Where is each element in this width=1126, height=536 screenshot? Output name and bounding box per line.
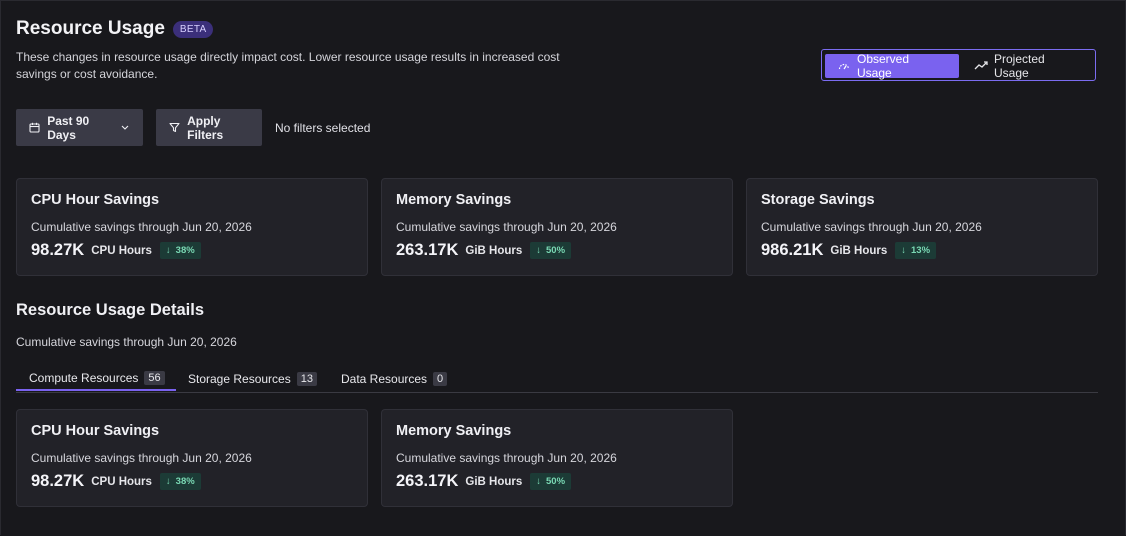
arrow-down-icon: ↓ — [536, 245, 542, 256]
change-value: 50% — [546, 476, 566, 487]
date-range-label: Past 90 Days — [47, 113, 90, 142]
tab-count: 13 — [296, 371, 317, 386]
tab-count: 56 — [144, 370, 165, 385]
card-subtitle: Cumulative savings through Jun 20, 2026 — [31, 451, 252, 465]
usage-view-toggle: Observed Usage Projected Usage — [821, 49, 1096, 81]
change-badge: ↓ 50% — [530, 242, 572, 259]
observed-usage-button[interactable]: Observed Usage — [825, 52, 959, 80]
card-title: Storage Savings — [761, 192, 875, 208]
filter-status-text: No filters selected — [275, 121, 371, 135]
card-value-row: 98.27K CPU Hours ↓ 38% — [31, 472, 201, 491]
detail-cpu-hour-savings-card: CPU Hour Savings Cumulative savings thro… — [16, 409, 368, 507]
apply-filters-button[interactable]: Apply Filters — [156, 109, 262, 146]
calendar-icon — [28, 121, 40, 135]
apply-filters-label: Apply Filters — [187, 113, 224, 142]
card-unit: GiB Hours — [830, 244, 888, 257]
date-range-button[interactable]: Past 90 Days — [16, 109, 143, 146]
card-value-row: 263.17K GiB Hours ↓ 50% — [396, 472, 572, 491]
gauge-icon — [837, 59, 851, 73]
card-value: 263.17K — [396, 241, 459, 259]
card-unit: GiB Hours — [465, 475, 523, 488]
card-value-row: 98.27K CPU Hours ↓ 38% — [31, 241, 201, 260]
header: Resource Usage BETA — [16, 18, 214, 40]
page-title: Resource Usage — [16, 18, 165, 39]
arrow-down-icon: ↓ — [165, 476, 171, 487]
card-unit: CPU Hours — [91, 244, 152, 257]
change-value: 50% — [546, 245, 566, 256]
change-badge: ↓ 38% — [159, 242, 201, 259]
tab-count: 0 — [433, 371, 448, 386]
storage-savings-card: Storage Savings Cumulative savings throu… — [746, 178, 1098, 276]
beta-badge: BETA — [172, 20, 214, 38]
memory-savings-card: Memory Savings Cumulative savings throug… — [381, 178, 733, 276]
change-value: 13% — [911, 245, 931, 256]
details-subtitle: Cumulative savings through Jun 20, 2026 — [16, 335, 237, 349]
change-badge: ↓ 50% — [530, 473, 572, 490]
details-title: Resource Usage Details — [16, 301, 205, 319]
cpu-hour-savings-card: CPU Hour Savings Cumulative savings thro… — [16, 178, 368, 276]
card-value: 263.17K — [396, 472, 459, 490]
tab-label: Storage Resources — [188, 371, 291, 386]
projected-usage-button[interactable]: Projected Usage — [962, 52, 1092, 80]
card-title: Memory Savings — [396, 423, 512, 439]
card-subtitle: Cumulative savings through Jun 20, 2026 — [761, 220, 982, 234]
observed-usage-label: Observed Usage — [857, 52, 910, 80]
card-title: CPU Hour Savings — [31, 192, 160, 208]
card-value: 98.27K — [31, 472, 85, 490]
change-badge: ↓ 38% — [159, 473, 201, 490]
tab-label: Data Resources — [341, 371, 428, 386]
change-value: 38% — [175, 245, 195, 256]
projected-usage-label: Projected Usage — [994, 52, 1045, 80]
page-description: These changes in resource usage directly… — [16, 50, 560, 81]
tab-storage-resources[interactable]: Storage Resources 13 — [188, 366, 317, 391]
card-value: 986.21K — [761, 241, 824, 259]
card-subtitle: Cumulative savings through Jun 20, 2026 — [396, 451, 617, 465]
card-subtitle: Cumulative savings through Jun 20, 2026 — [31, 220, 252, 234]
card-value-row: 263.17K GiB Hours ↓ 50% — [396, 241, 572, 260]
arrow-down-icon: ↓ — [901, 245, 907, 256]
arrow-down-icon: ↓ — [536, 476, 542, 487]
detail-memory-savings-card: Memory Savings Cumulative savings throug… — [381, 409, 733, 507]
arrow-down-icon: ↓ — [165, 245, 171, 256]
card-subtitle: Cumulative savings through Jun 20, 2026 — [396, 220, 617, 234]
change-value: 38% — [175, 476, 195, 487]
trend-line-icon — [974, 59, 988, 73]
card-value: 98.27K — [31, 241, 85, 259]
filter-icon — [168, 121, 180, 135]
card-unit: GiB Hours — [465, 244, 523, 257]
tab-data-resources[interactable]: Data Resources 0 — [341, 366, 448, 391]
change-badge: ↓ 13% — [895, 242, 937, 259]
card-title: CPU Hour Savings — [31, 423, 160, 439]
card-value-row: 986.21K GiB Hours ↓ 13% — [761, 241, 937, 260]
card-title: Memory Savings — [396, 192, 512, 208]
tab-label: Compute Resources — [29, 370, 139, 385]
card-unit: CPU Hours — [91, 475, 152, 488]
resource-tabs: Compute Resources 56 Storage Resources 1… — [16, 366, 1098, 393]
chevron-down-icon — [119, 121, 131, 135]
tab-compute-resources[interactable]: Compute Resources 56 — [16, 366, 176, 391]
